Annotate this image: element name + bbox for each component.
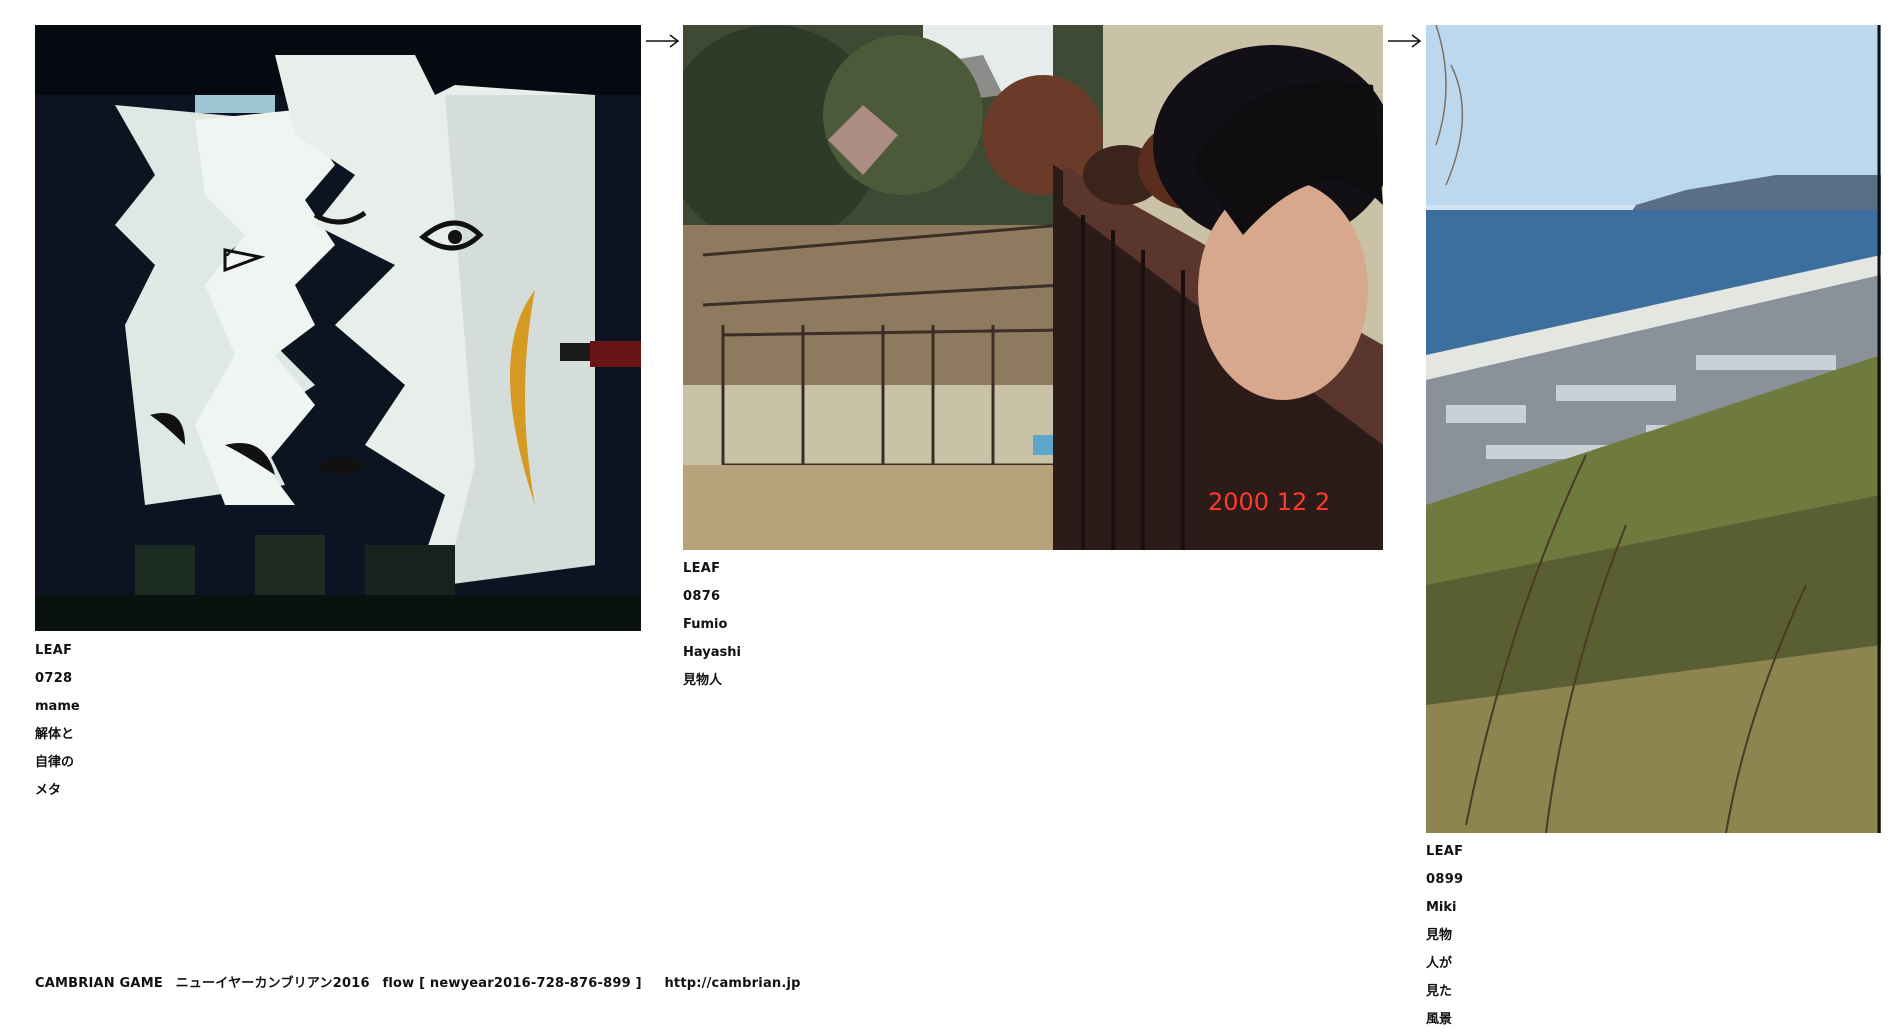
leaf-title: 見物人が見た風景: [1426, 928, 1453, 1027]
arrow-right-icon: [1388, 34, 1422, 48]
arrow-right-icon: [646, 34, 680, 48]
site-footer: CAMBRIAN GAME ニューイヤーカンブリアン2016 flow [ ne…: [35, 972, 801, 991]
footer-label[interactable]: CAMBRIAN GAME: [35, 976, 163, 991]
leaf-caption-0876: LEAF 0876 Fumio Hayashi 見物人: [683, 555, 741, 695]
zoo-railing-image: 2000 12 2: [683, 25, 1383, 550]
leaf-photo-0876[interactable]: 2000 12 2: [683, 25, 1383, 550]
leaf-caption-0728: LEAF 0728 mame 解体と自律のメタ: [35, 637, 80, 805]
leaf-title: 解体と自律のメタ: [35, 727, 75, 798]
coastal-view-image: [1426, 25, 1881, 833]
night-sculpture-image: [35, 25, 641, 631]
date-stamp: 2000 12 2: [1208, 488, 1330, 516]
leaf-author[interactable]: Fumio Hayashi: [683, 611, 741, 667]
footer-flow[interactable]: flow [ newyear2016-728-876-899 ]: [382, 976, 641, 991]
leaf-code[interactable]: LEAF 0899: [1426, 838, 1463, 894]
leaf-author[interactable]: Miki: [1426, 894, 1463, 922]
leaf-photo-0899[interactable]: [1426, 25, 1881, 833]
leaf-title: 見物人: [683, 673, 723, 688]
footer-event[interactable]: ニューイヤーカンブリアン2016: [176, 976, 370, 991]
leaf-author[interactable]: mame: [35, 693, 80, 721]
leaf-code[interactable]: LEAF 0876: [683, 555, 741, 611]
leaf-photo-0728[interactable]: [35, 25, 641, 631]
leaf-caption-0899: LEAF 0899 Miki 見物人が見た風景: [1426, 838, 1463, 1034]
leaf-code[interactable]: LEAF 0728: [35, 637, 80, 693]
footer-url-link[interactable]: http://cambrian.jp: [664, 976, 800, 991]
